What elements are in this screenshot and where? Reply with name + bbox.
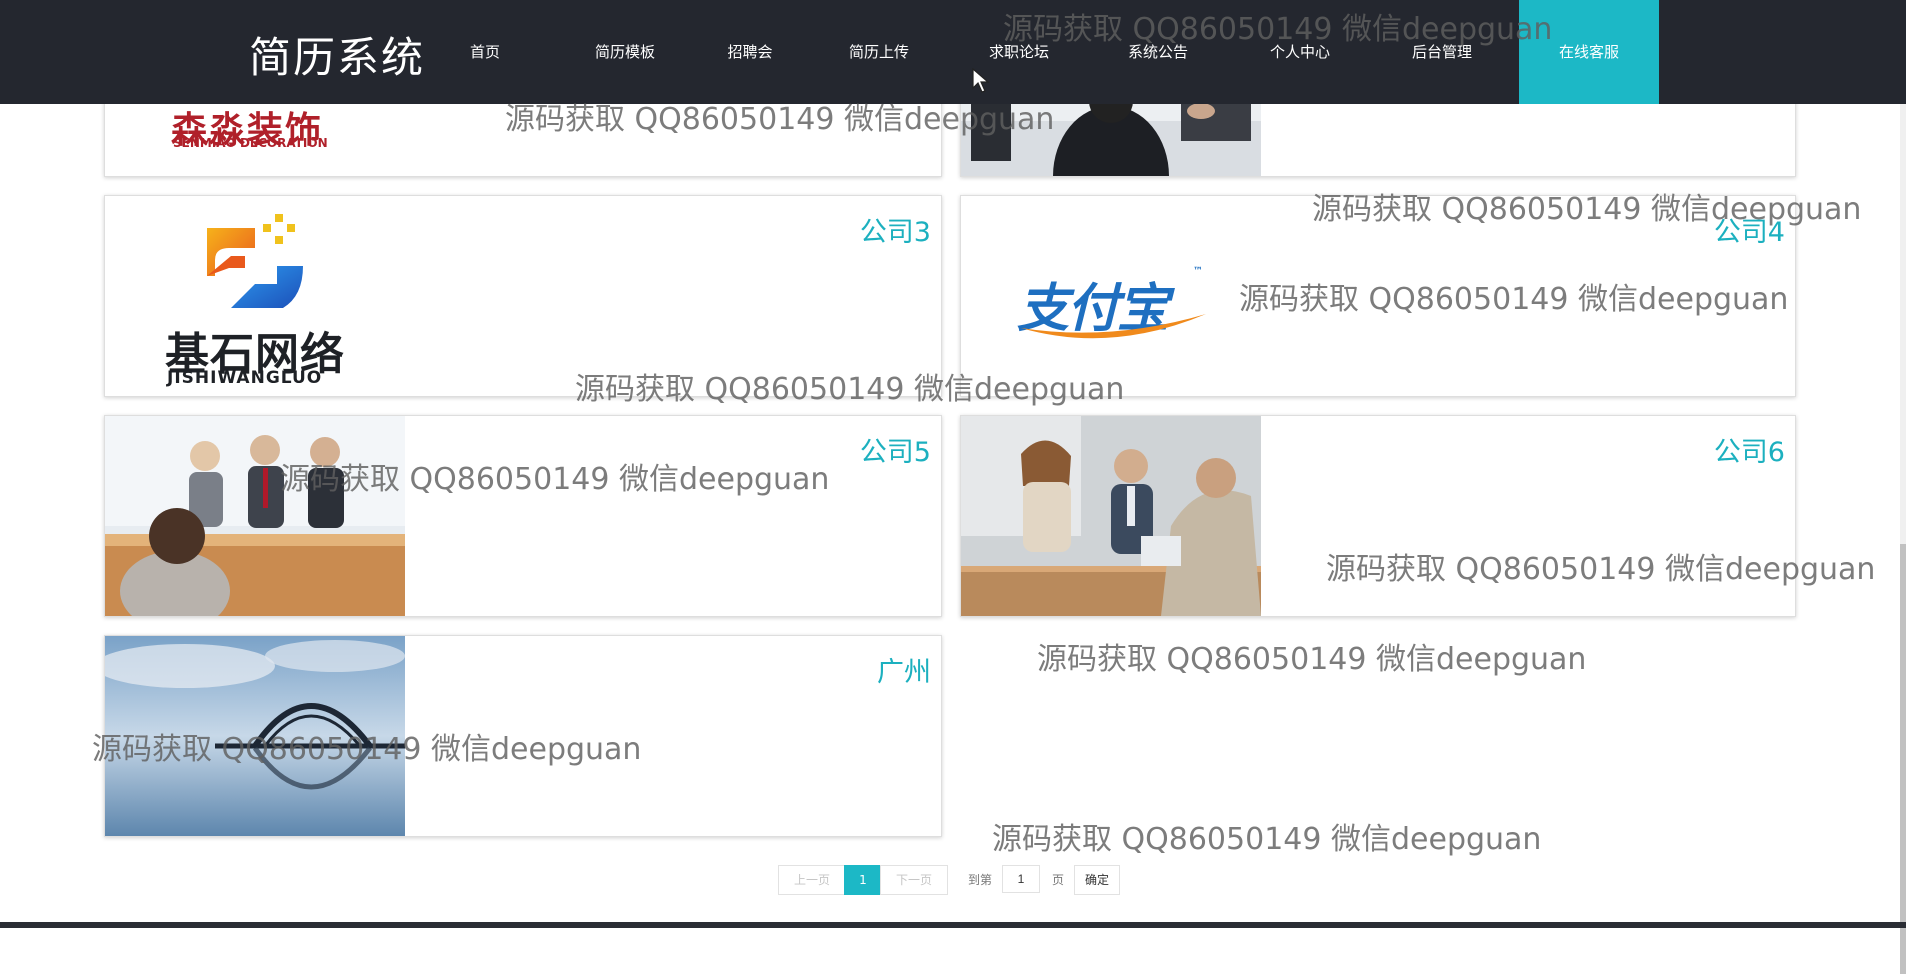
nav-item-personal-center[interactable]: 个人中心 [1251, 0, 1349, 104]
mouse-cursor-icon [972, 68, 990, 93]
confirm-page-button[interactable]: 确定 [1074, 865, 1120, 895]
company-card-6[interactable]: 公司6 [960, 415, 1796, 617]
company-title[interactable]: 公司4 [1714, 210, 1785, 249]
nav-item-home[interactable]: 首页 [450, 0, 520, 104]
company-logo: 基石网络 JISHIWANGLUO [105, 196, 405, 396]
watermark: 源码获取 QQ86050149 微信deepguan [992, 822, 1542, 857]
bridge-lake-photo-image [105, 636, 405, 836]
company-card-guangzhou[interactable]: 广州 [104, 635, 942, 837]
pagination: 上一页 1 下一页 到第 页 确定 [778, 865, 1122, 895]
prev-page-button[interactable]: 上一页 [778, 865, 846, 895]
company-logo-subtext: SENMIAO DECORATION [173, 136, 328, 150]
page-unit-label: 页 [1052, 873, 1065, 887]
footer-bar [0, 922, 1906, 928]
company-photo [961, 416, 1261, 616]
company-card-5[interactable]: 公司5 [104, 415, 942, 617]
team-interview-photo-image [105, 416, 405, 616]
page-scrollbar[interactable] [1900, 104, 1906, 974]
goto-label: 到第 [968, 873, 993, 887]
company-card-4[interactable]: 支付宝 ™ 公司4 [960, 195, 1796, 397]
nav-item-resume-upload[interactable]: 简历上传 [832, 0, 926, 104]
current-page-button[interactable]: 1 [844, 865, 882, 895]
nav-item-resume-templates[interactable]: 简历模板 [575, 0, 675, 104]
company-title[interactable]: 公司3 [860, 210, 931, 249]
brand-title[interactable]: 简历系统 [249, 24, 425, 85]
company-title[interactable]: 广州 [877, 650, 931, 689]
nav-item-online-service[interactable]: 在线客服 [1519, 0, 1659, 104]
company-title[interactable]: 公司6 [1714, 430, 1785, 469]
nav-item-job-fair[interactable]: 招聘会 [710, 0, 790, 104]
nav-item-announcements[interactable]: 系统公告 [1110, 0, 1206, 104]
company-photo [105, 416, 405, 616]
company-title[interactable]: 公司5 [860, 430, 931, 469]
top-navbar: 简历系统 首页 简历模板 招聘会 简历上传 求职论坛 系统公告 个人中心 后台管… [0, 0, 1906, 104]
office-meeting-photo-image [961, 416, 1261, 616]
company-logo-subtext: JISHIWANGLUO [167, 368, 323, 388]
company-logo: 支付宝 ™ [961, 196, 1261, 396]
next-page-button[interactable]: 下一页 [880, 865, 948, 895]
alipay-swoosh-icon [1021, 314, 1206, 339]
watermark: 源码获取 QQ86050149 微信deepguan [1037, 642, 1587, 677]
scrollbar-thumb[interactable] [1900, 544, 1906, 974]
company-photo [105, 636, 405, 836]
nav-item-admin[interactable]: 后台管理 [1394, 0, 1490, 104]
page-number-input[interactable] [1002, 865, 1040, 893]
company-card-3[interactable]: 基石网络 JISHIWANGLUO 公司3 [104, 195, 942, 397]
